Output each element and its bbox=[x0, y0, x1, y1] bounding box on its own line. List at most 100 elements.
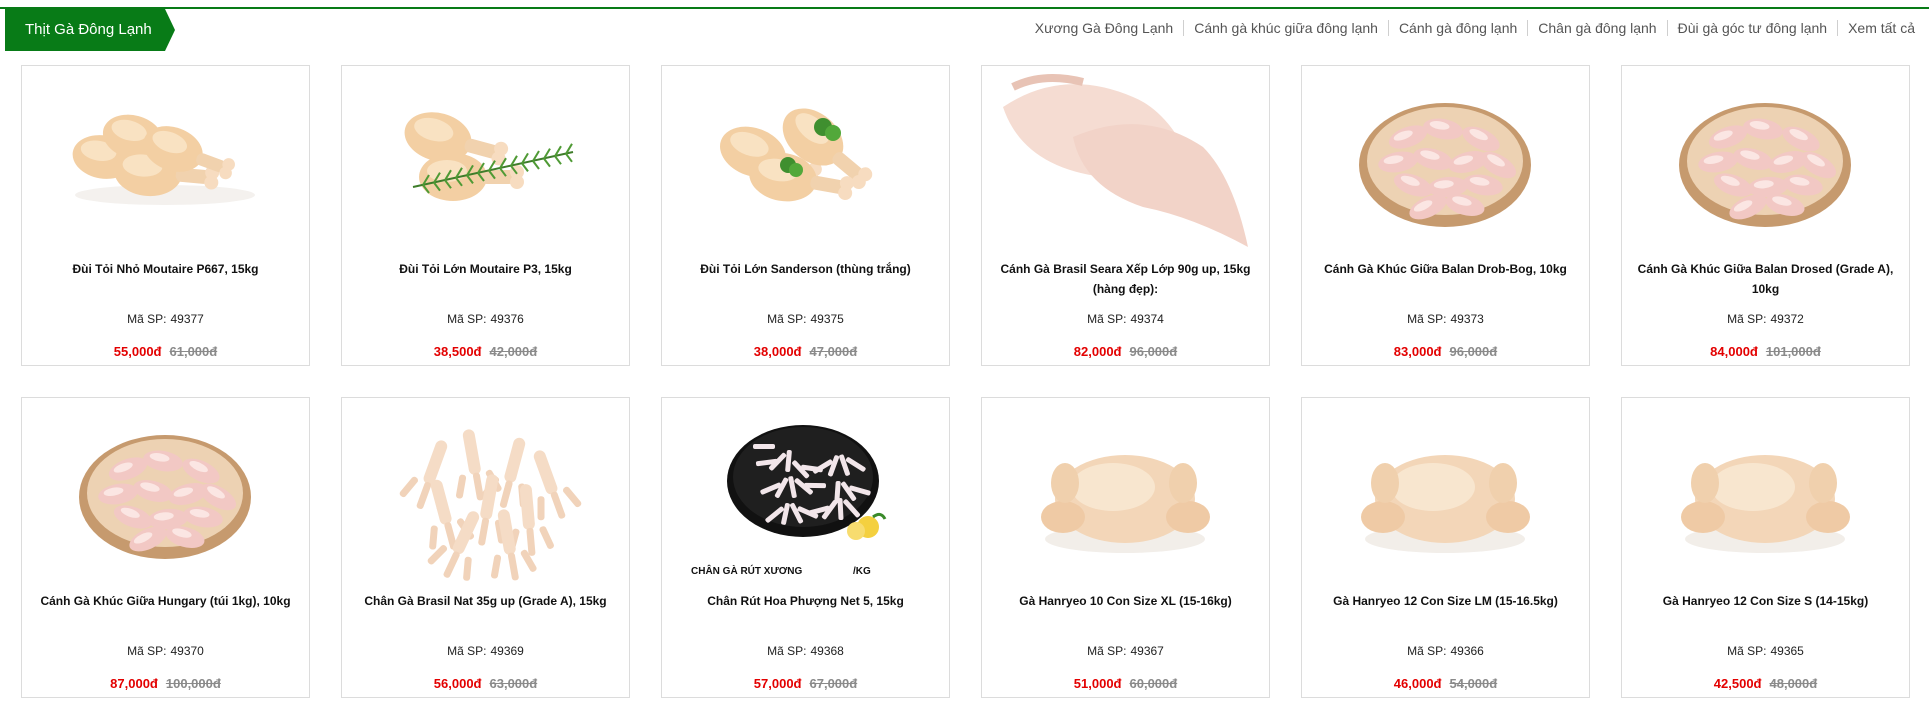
sale-price: 55,000đ bbox=[113, 344, 162, 359]
product-image-whole-chicken bbox=[1361, 455, 1530, 553]
product-image-drumsticks bbox=[72, 114, 255, 205]
product-name[interactable]: Gà Hanryeo 12 Con Size LM (15-16.5kg) bbox=[1312, 591, 1579, 611]
image-caption-right: /KG bbox=[853, 566, 871, 577]
sku-value: 49374 bbox=[1130, 312, 1164, 326]
sku-label: Mã SP: bbox=[1727, 644, 1767, 658]
product-name[interactable]: Chân Rút Hoa Phượng Net 5, 15kg bbox=[672, 591, 939, 611]
product-sku: Mã SP: 49373 bbox=[1302, 312, 1589, 326]
subcategory-link[interactable]: Cánh gà đông lạnh bbox=[1387, 20, 1527, 36]
old-price: 60,000đ bbox=[1129, 676, 1178, 691]
sku-value: 49377 bbox=[170, 312, 204, 326]
sku-value: 49372 bbox=[1770, 312, 1804, 326]
sku-value: 49368 bbox=[810, 644, 844, 658]
sale-price: 83,000đ bbox=[1393, 344, 1442, 359]
sku-label: Mã SP: bbox=[447, 312, 487, 326]
sale-price: 38,000đ bbox=[753, 344, 802, 359]
product-card[interactable]: Cánh Gà Brasil Seara Xếp Lớp 90g up, 15k… bbox=[981, 65, 1270, 366]
product-image[interactable] bbox=[1623, 399, 1908, 589]
product-image[interactable] bbox=[23, 399, 308, 589]
product-card[interactable]: Gà Hanryeo 10 Con Size XL (15-16kg) Mã S… bbox=[981, 397, 1270, 698]
product-name[interactable]: Gà Hanryeo 12 Con Size S (14-15kg) bbox=[1632, 591, 1899, 611]
product-image[interactable] bbox=[1303, 399, 1588, 589]
sku-value: 49369 bbox=[490, 644, 524, 658]
subcategory-nav: Xương Gà Đông Lạnh Cánh gà khúc giữa đông… bbox=[1025, 18, 1925, 38]
product-prices: 51,000đ 60,000đ bbox=[982, 676, 1269, 691]
product-prices: 83,000đ 96,000đ bbox=[1302, 344, 1589, 359]
sku-value: 49365 bbox=[1770, 644, 1804, 658]
product-image[interactable] bbox=[23, 67, 308, 257]
subcategory-link[interactable]: Cánh gà khúc giữa đông lạnh bbox=[1183, 20, 1388, 36]
sku-label: Mã SP: bbox=[767, 312, 807, 326]
sku-label: Mã SP: bbox=[127, 644, 167, 658]
product-card[interactable]: Cánh Gà Khúc Giữa Balan Drob-Bog, 10kg M… bbox=[1301, 65, 1590, 366]
product-sku: Mã SP: 49376 bbox=[342, 312, 629, 326]
product-card[interactable]: Gà Hanryeo 12 Con Size LM (15-16.5kg) Mã… bbox=[1301, 397, 1590, 698]
product-sku: Mã SP: 49367 bbox=[982, 644, 1269, 658]
product-card[interactable]: Chân Gà Brasil Nat 35g up (Grade A), 15k… bbox=[341, 397, 630, 698]
category-title: Thịt Gà Đông Lạnh bbox=[25, 21, 152, 38]
product-name[interactable]: Chân Gà Brasil Nat 35g up (Grade A), 15k… bbox=[352, 591, 619, 611]
sku-label: Mã SP: bbox=[1407, 312, 1447, 326]
product-prices: 57,000đ 67,000đ bbox=[662, 676, 949, 691]
old-price: 63,000đ bbox=[489, 676, 538, 691]
sale-price: 42,500đ bbox=[1713, 676, 1762, 691]
product-image-drumsticks-parsley bbox=[720, 108, 873, 202]
product-name[interactable]: Cánh Gà Khúc Giữa Balan Drosed (Grade A)… bbox=[1632, 259, 1899, 299]
product-prices: 84,000đ 101,000đ bbox=[1622, 344, 1909, 359]
product-image[interactable] bbox=[983, 67, 1268, 257]
sale-price: 84,000đ bbox=[1710, 344, 1758, 359]
subcategory-link[interactable]: Đùi gà góc tư đông lạnh bbox=[1666, 20, 1837, 36]
product-image[interactable] bbox=[1623, 67, 1908, 257]
old-price: 67,000đ bbox=[809, 676, 858, 691]
product-sku: Mã SP: 49368 bbox=[662, 644, 949, 658]
product-sku: Mã SP: 49375 bbox=[662, 312, 949, 326]
product-image[interactable]: CHÂN GÀ RÚT XƯƠNG /KG bbox=[663, 399, 948, 589]
sku-label: Mã SP: bbox=[127, 312, 167, 326]
product-name[interactable]: Gà Hanryeo 10 Con Size XL (15-16kg) bbox=[992, 591, 1259, 611]
category-tab[interactable]: Thịt Gà Đông Lạnh bbox=[5, 9, 175, 51]
sale-price: 56,000đ bbox=[433, 676, 482, 691]
product-card[interactable]: Đùi Tỏi Lớn Moutaire P3, 15kg Mã SP: 4937… bbox=[341, 65, 630, 366]
product-card[interactable]: Gà Hanryeo 12 Con Size S (14-15kg) Mã SP… bbox=[1621, 397, 1910, 698]
product-image[interactable] bbox=[983, 399, 1268, 589]
product-sku: Mã SP: 49374 bbox=[982, 312, 1269, 326]
subcategory-link[interactable]: Xương Gà Đông Lạnh bbox=[1025, 20, 1183, 36]
sku-label: Mã SP: bbox=[1087, 644, 1127, 658]
product-image-whole-chicken bbox=[1681, 455, 1850, 553]
product-name[interactable]: Cánh Gà Khúc Giữa Hungary (túi 1kg), 10k… bbox=[32, 591, 299, 611]
subcategory-link[interactable]: Chân gà đông lạnh bbox=[1527, 20, 1666, 36]
product-image[interactable] bbox=[343, 67, 628, 257]
product-image-drumsticks-herb bbox=[404, 112, 574, 201]
product-card[interactable]: Cánh Gà Khúc Giữa Hungary (túi 1kg), 10k… bbox=[21, 397, 310, 698]
product-card[interactable]: Đùi Tỏi Nhỏ Moutaire P667, 15kg Mã SP: 49… bbox=[21, 65, 310, 366]
old-price: 96,000đ bbox=[1129, 344, 1178, 359]
sale-price: 87,000đ bbox=[110, 676, 158, 691]
product-prices: 38,000đ 47,000đ bbox=[662, 344, 949, 359]
product-image[interactable] bbox=[343, 399, 628, 589]
sku-label: Mã SP: bbox=[1087, 312, 1127, 326]
subcategory-link[interactable]: Xem tất cả bbox=[1837, 20, 1925, 36]
product-name[interactable]: Cánh Gà Brasil Seara Xếp Lớp 90g up, 15k… bbox=[992, 259, 1259, 299]
old-price: 54,000đ bbox=[1449, 676, 1498, 691]
product-name[interactable]: Đùi Tỏi Lớn Sanderson (thùng trắng) bbox=[672, 259, 939, 279]
sku-label: Mã SP: bbox=[447, 644, 487, 658]
product-image-wings-plate bbox=[1679, 103, 1851, 227]
product-image[interactable] bbox=[663, 67, 948, 257]
product-image-wings-plate bbox=[79, 435, 251, 559]
product-prices: 82,000đ 96,000đ bbox=[982, 344, 1269, 359]
product-prices: 56,000đ 63,000đ bbox=[342, 676, 629, 691]
product-card[interactable]: Đùi Tỏi Lớn Sanderson (thùng trắng) Mã S… bbox=[661, 65, 950, 366]
sale-price: 57,000đ bbox=[753, 676, 802, 691]
sku-value: 49366 bbox=[1450, 644, 1484, 658]
old-price: 61,000đ bbox=[169, 344, 218, 359]
product-card[interactable]: CHÂN GÀ RÚT XƯƠNG /KG Chân Rút Hoa Phượn… bbox=[661, 397, 950, 698]
product-name[interactable]: Đùi Tỏi Nhỏ Moutaire P667, 15kg bbox=[32, 259, 299, 279]
product-prices: 38,500đ 42,000đ bbox=[342, 344, 629, 359]
product-image-boneless-feet: CHÂN GÀ RÚT XƯƠNG /KG bbox=[691, 425, 887, 577]
product-image[interactable] bbox=[1303, 67, 1588, 257]
product-sku: Mã SP: 49366 bbox=[1302, 644, 1589, 658]
product-name[interactable]: Cánh Gà Khúc Giữa Balan Drob-Bog, 10kg bbox=[1312, 259, 1579, 279]
product-name[interactable]: Đùi Tỏi Lớn Moutaire P3, 15kg bbox=[352, 259, 619, 279]
product-card[interactable]: Cánh Gà Khúc Giữa Balan Drosed (Grade A)… bbox=[1621, 65, 1910, 366]
product-image-feet bbox=[399, 429, 582, 581]
